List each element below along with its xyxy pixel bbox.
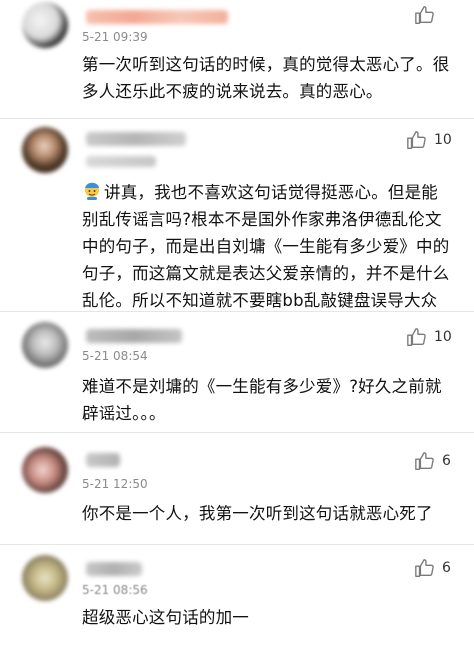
username[interactable] (86, 132, 186, 146)
like-button[interactable]: 10 (406, 326, 452, 348)
like-count: 6 (442, 560, 451, 576)
comment-text: 难道不是刘墉的《一生能有多少爱》?好久之前就辟谣过。。。 (82, 377, 442, 423)
comment-text: 第一次听到这句话的时候，真的觉得太恶心了。很多人还乐此不疲的说来说去。真的恶心。 (82, 55, 450, 101)
comment-time: 5-21 09:39 (82, 30, 148, 44)
like-button[interactable]: 10 (406, 129, 452, 151)
username[interactable] (86, 329, 182, 343)
like-button[interactable]: 6 (414, 557, 452, 579)
username[interactable] (86, 453, 120, 467)
avatar[interactable] (22, 322, 68, 368)
emoji-face-icon (85, 182, 99, 200)
comment-time: 5-21 08:56 (82, 583, 148, 597)
avatar[interactable] (22, 555, 68, 601)
username[interactable] (86, 562, 142, 576)
username[interactable] (86, 10, 228, 24)
thumbs-up-icon (415, 6, 434, 24)
avatar[interactable] (22, 2, 68, 48)
comment-time: 5-21 12:50 (82, 477, 148, 491)
comment-3: 5-21 08:54 10 难道不是刘墉的《一生能有多少爱》?好久之前就辟谣过。… (0, 312, 474, 432)
thumbs-up-icon (407, 131, 426, 149)
comment-time: 5-21 08:54 (82, 349, 148, 363)
comment-feed: 5-21 09:39 第一次听到这句话的时候，真的觉得太恶心了。很多人还乐此不疲… (0, 0, 474, 657)
thumbs-up-icon (415, 559, 434, 577)
comment-4: 5-21 12:50 6 你不是一个人，我第一次听到这句话就恶心死了 (0, 433, 474, 535)
thumbs-up-icon (415, 452, 434, 470)
comment-2: 10 讲真，我也不喜欢这句话觉得挺恶心。但是能别乱传谣言吗?根本不是国外作家弗洛… (0, 119, 474, 311)
comment-text-content: 讲真，我也不喜欢这句话觉得挺恶心。但是能别乱传谣言吗?根本不是国外作家弗洛伊德乱… (82, 183, 450, 310)
comment-text: 讲真，我也不喜欢这句话觉得挺恶心。但是能别乱传谣言吗?根本不是国外作家弗洛伊德乱… (82, 179, 454, 314)
comment-text: 超级恶心这句话的加一 (82, 608, 249, 627)
like-count: 6 (442, 453, 451, 469)
comment-text: 你不是一个人，我第一次听到这句话就恶心死了 (82, 504, 433, 523)
username-secondary (86, 156, 156, 167)
like-count: 10 (434, 329, 452, 345)
like-count: 10 (434, 132, 452, 148)
comment-1: 5-21 09:39 第一次听到这句话的时候，真的觉得太恶心了。很多人还乐此不疲… (0, 0, 474, 118)
like-button[interactable] (414, 4, 452, 26)
like-button[interactable]: 6 (414, 450, 452, 472)
comment-5: 5-21 08:56 6 超级恶心这句话的加一 (0, 545, 474, 657)
avatar[interactable] (22, 127, 68, 173)
thumbs-up-icon (407, 328, 426, 346)
avatar[interactable] (22, 447, 68, 493)
